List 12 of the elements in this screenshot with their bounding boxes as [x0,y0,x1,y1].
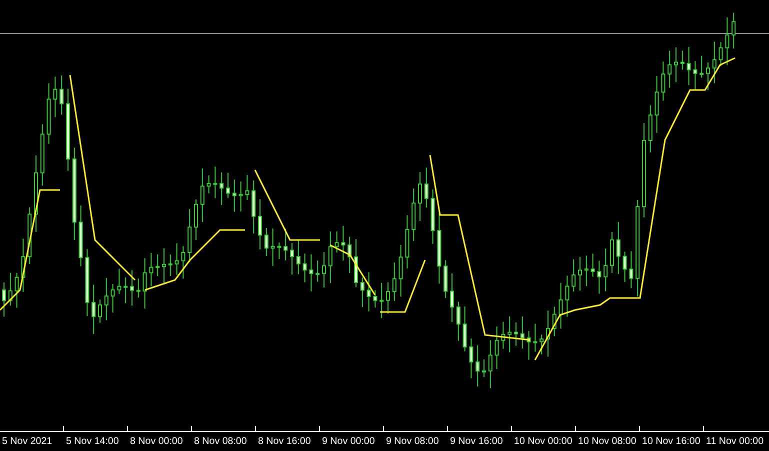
axis-label: 9 Nov 00:00 [321,435,376,449]
axis-label: 8 Nov 00:00 [129,435,184,449]
axis-label: 10 Nov 00:00 [513,435,574,449]
axis-label: 8 Nov 08:00 [193,435,248,449]
axis-label: 9 Nov 16:00 [449,435,504,449]
axis-label: 10 Nov 16:00 [641,435,702,449]
axis-label: 8 Nov 16:00 [257,435,312,449]
axis-label: 9 Nov 08:00 [385,435,440,449]
axis-label: 10 Nov 08:00 [577,435,638,449]
axis-label: 11 Nov 00:00 [705,435,765,449]
axis-label: 5 Nov 2021 [1,435,54,449]
axis-label: 5 Nov 14:00 [65,435,120,449]
